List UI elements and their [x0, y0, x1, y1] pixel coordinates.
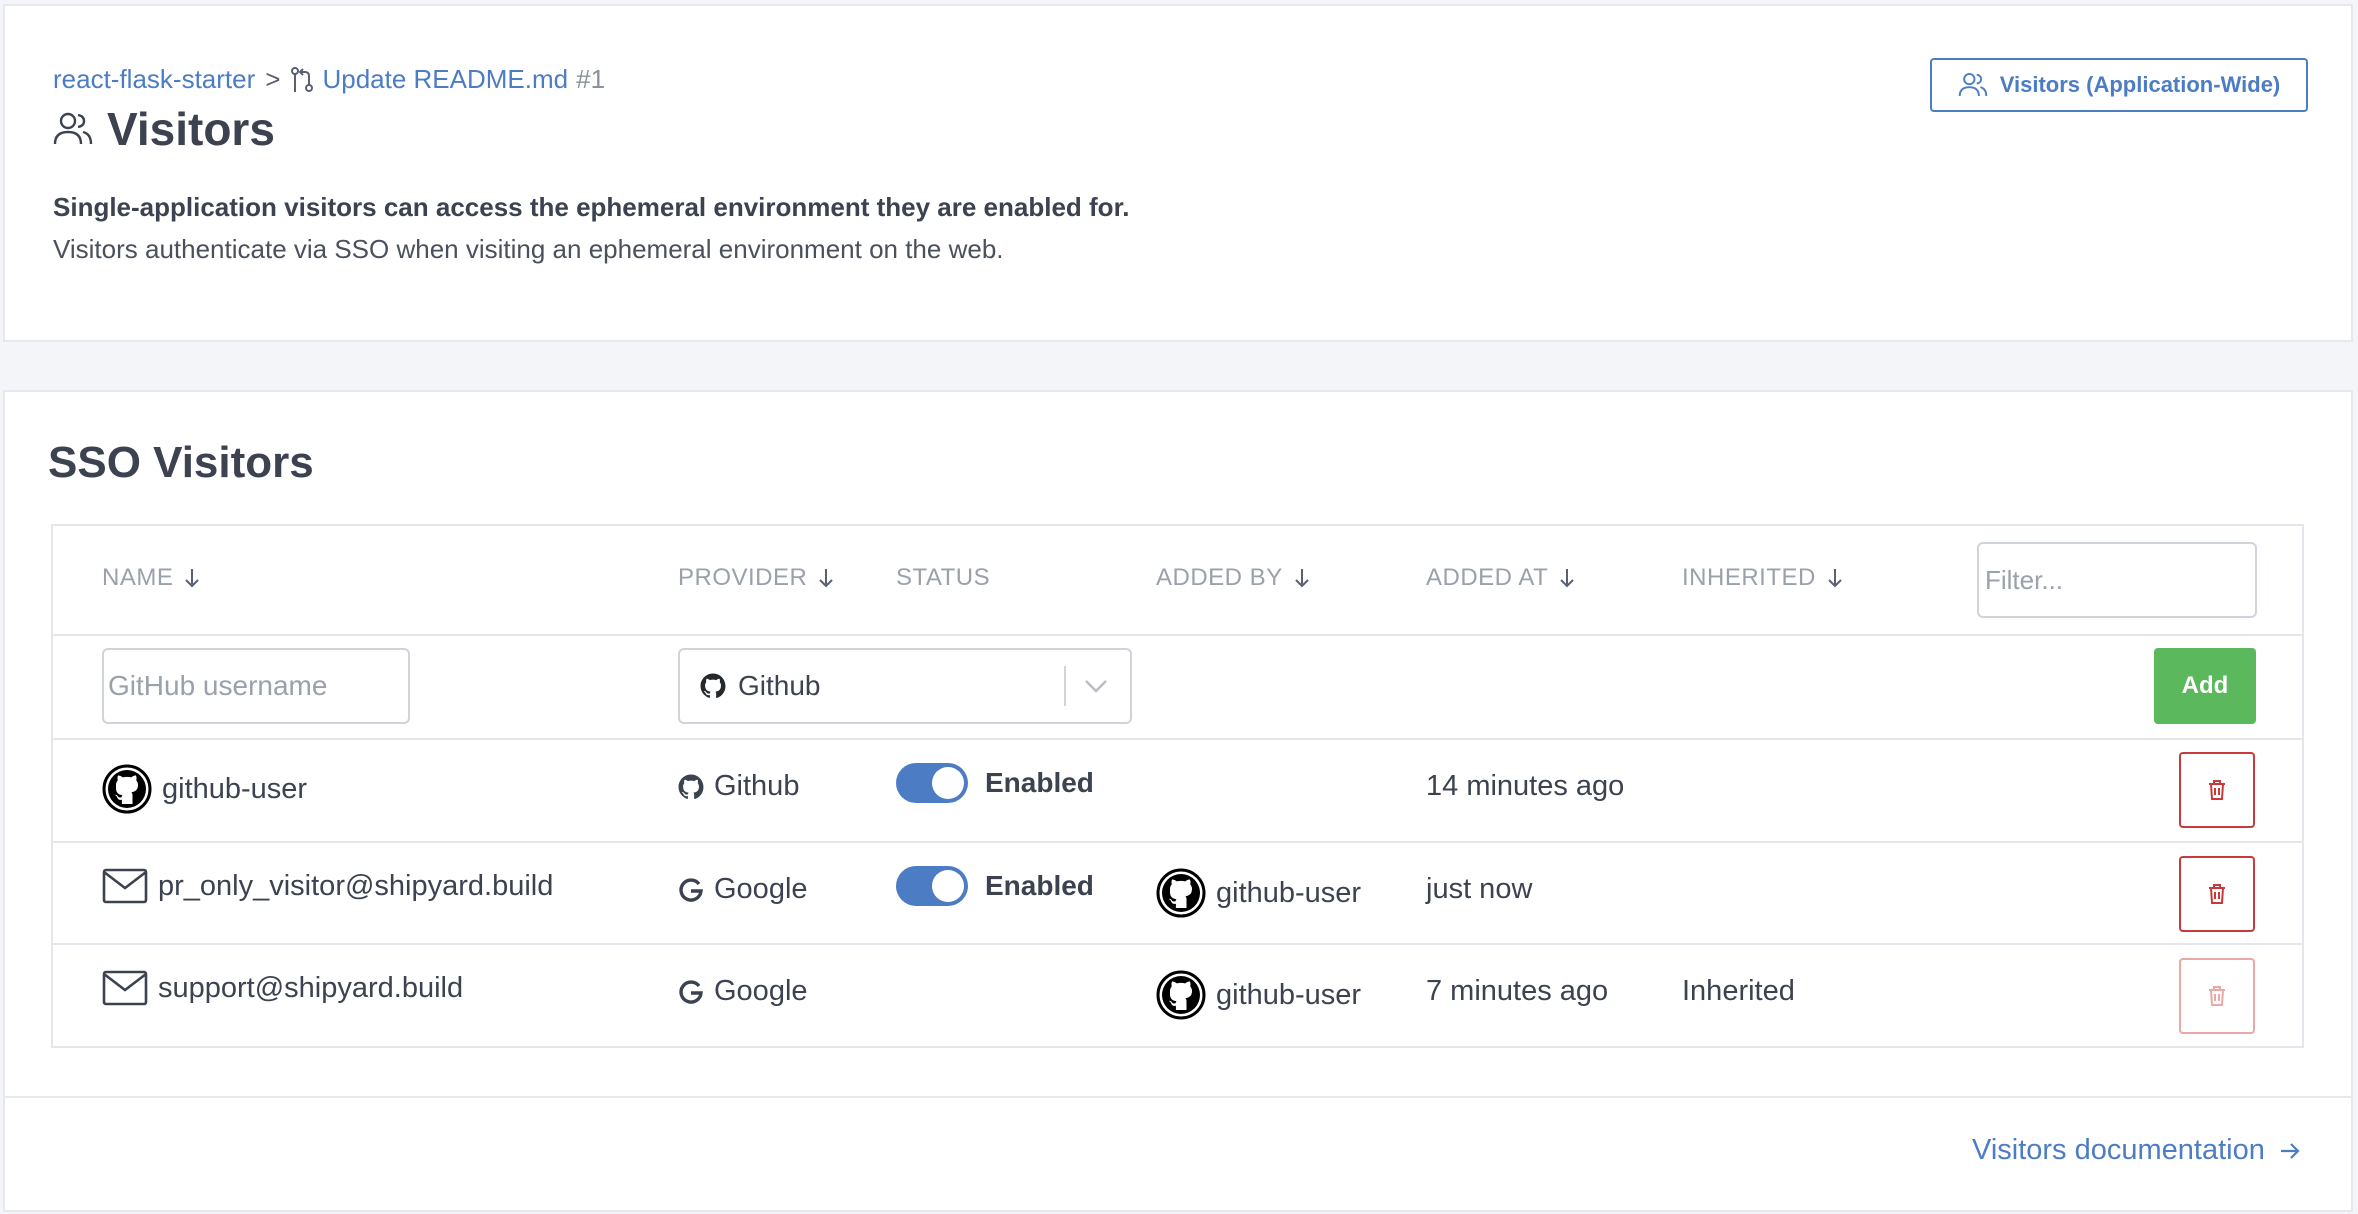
visitor-name: github-user [162, 772, 308, 805]
visitors-application-wide-label: Visitors (Application-Wide) [1999, 72, 2281, 97]
arrow-right-icon [2279, 1141, 2301, 1161]
mail-icon [102, 970, 148, 1006]
provider-select[interactable]: Github [678, 648, 1132, 724]
visitor-provider: Google [714, 873, 808, 905]
delete-visitor-button-disabled [2179, 958, 2255, 1034]
column-header-provider[interactable]: PROVIDER [678, 564, 835, 592]
column-header-inherited-label: INHERITED [1682, 564, 1816, 591]
google-icon [678, 979, 704, 1005]
column-header-inherited[interactable]: INHERITED [1682, 564, 1844, 592]
sort-arrow-down-icon [1558, 567, 1576, 589]
column-header-added-by-label: ADDED BY [1156, 564, 1283, 591]
toggle-knob [932, 767, 964, 799]
provider-select-value: Github [738, 670, 821, 701]
page-title-text: Visitors [107, 103, 275, 155]
delete-visitor-button[interactable] [2179, 752, 2255, 828]
visitor-added-by: github-user [1216, 876, 1362, 909]
sort-arrow-down-icon [1826, 567, 1844, 589]
google-icon [678, 877, 704, 903]
users-icon [1958, 71, 1988, 99]
breadcrumb-repo-link[interactable]: react-flask-starter [53, 64, 255, 95]
sort-arrow-down-icon [817, 567, 835, 589]
sort-arrow-down-icon [1293, 567, 1311, 589]
visitor-added-by-cell: github-user [1156, 868, 1361, 918]
row-divider [53, 943, 2302, 945]
sort-arrow-down-icon [183, 567, 201, 589]
breadcrumb: react-flask-starter > Update README.md #… [53, 64, 605, 95]
row-divider [53, 841, 2302, 843]
visitor-name-cell: support@shipyard.build [102, 970, 463, 1006]
visitors-application-wide-button[interactable]: Visitors (Application-Wide) [1930, 58, 2308, 112]
visitor-provider: Google [714, 975, 808, 1007]
breadcrumb-pr-number: #1 [576, 64, 606, 94]
visitor-provider-cell: Google [678, 975, 808, 1008]
column-header-status-label: STATUS [896, 564, 991, 591]
breadcrumb-pr-link[interactable]: Update README.md [322, 64, 568, 95]
column-header-name[interactable]: NAME [102, 564, 201, 592]
visitor-name: support@shipyard.build [158, 971, 464, 1004]
status-label: Enabled [985, 870, 1094, 901]
github-avatar-icon [1156, 970, 1206, 1020]
docs-link-label: Visitors documentation [1972, 1134, 2265, 1166]
header-card: react-flask-starter > Update README.md #… [3, 4, 2353, 342]
visitor-added-at: 7 minutes ago [1426, 975, 1609, 1007]
status-label: Enabled [985, 767, 1094, 798]
column-header-added-by[interactable]: ADDED BY [1156, 564, 1311, 592]
status-toggle[interactable] [896, 763, 968, 803]
description: Visitors authenticate via SSO when visit… [53, 234, 1004, 264]
visitor-name: pr_only_visitor@shipyard.build [158, 869, 554, 902]
pull-request-icon [290, 66, 314, 94]
column-header-provider-label: PROVIDER [678, 564, 808, 591]
trash-icon [2207, 779, 2227, 801]
github-icon [700, 673, 726, 699]
visitor-added-by-cell: github-user [1156, 970, 1361, 1020]
visitor-added-by: github-user [1216, 978, 1362, 1011]
visitors-documentation-link[interactable]: Visitors documentation [1972, 1134, 2301, 1167]
visitor-name-cell: github-user [102, 764, 307, 814]
github-icon [678, 774, 704, 800]
column-header-added-at[interactable]: ADDED AT [1426, 564, 1576, 592]
add-visitor-button[interactable]: Add [2154, 648, 2256, 724]
breadcrumb-separator: > [265, 64, 281, 94]
visitor-provider-cell: Github [678, 770, 799, 803]
visitor-added-at: 14 minutes ago [1426, 770, 1625, 802]
mail-icon [102, 868, 148, 904]
description-bold: Single-application visitors can access t… [53, 192, 1130, 222]
github-avatar-icon [1156, 868, 1206, 918]
trash-icon [2207, 985, 2227, 1007]
chevron-down-icon[interactable] [1084, 679, 1108, 693]
select-divider [1064, 666, 1066, 706]
column-header-status: STATUS [896, 564, 990, 592]
visitor-inherited: Inherited [1682, 975, 1795, 1007]
visitor-provider-cell: Google [678, 873, 808, 906]
row-divider [53, 738, 2302, 740]
visitor-provider: Github [714, 770, 800, 802]
sso-visitors-table: NAME PROVIDER STATUS ADDED BY ADDED AT I… [51, 524, 2304, 1048]
status-toggle[interactable] [896, 866, 968, 906]
column-header-added-at-label: ADDED AT [1426, 564, 1549, 591]
delete-visitor-button[interactable] [2179, 856, 2255, 932]
sso-visitors-title: SSO Visitors [48, 438, 314, 487]
users-icon [53, 110, 93, 148]
page-title: Visitors [53, 102, 275, 156]
visitor-name-cell: pr_only_visitor@shipyard.build [102, 868, 553, 904]
visitor-added-at: just now [1426, 873, 1533, 905]
trash-icon [2207, 883, 2227, 905]
github-username-input[interactable] [102, 648, 410, 724]
column-header-name-label: NAME [102, 564, 174, 591]
row-divider [53, 634, 2302, 636]
filter-input[interactable] [1977, 542, 2257, 618]
toggle-knob [932, 870, 964, 902]
github-avatar-icon [102, 764, 152, 814]
